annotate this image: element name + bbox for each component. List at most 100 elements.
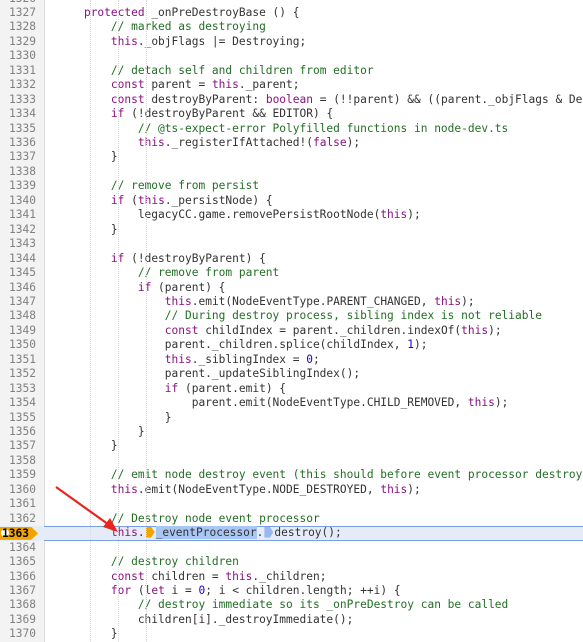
code-line[interactable]: 1370 } (0, 627, 583, 641)
line-number[interactable]: 1331 (0, 64, 36, 78)
code-line[interactable]: 1335 // @ts-expect-error Polyfilled func… (0, 122, 583, 136)
line-number[interactable]: 1332 (0, 78, 36, 92)
code-line[interactable]: 1347 this.emit(NodeEventType.PARENT_CHAN… (0, 295, 583, 309)
code-line[interactable]: 1329 this._objFlags |= Destroying; (0, 35, 583, 49)
code-text[interactable]: parent._children.splice(childIndex, 1); (57, 338, 428, 352)
code-text[interactable]: } (57, 627, 118, 641)
code-line[interactable]: 1362 // Destroy node event processor (0, 512, 583, 526)
line-number[interactable]: 1337 (0, 150, 36, 164)
code-line[interactable]: 1337 } (0, 150, 583, 164)
code-line[interactable]: 1346 if (parent) { (0, 281, 583, 295)
code-text[interactable]: if (!destroyByParent && EDITOR) { (57, 107, 333, 121)
line-number[interactable]: 1357 (0, 439, 36, 453)
code-line[interactable]: 1350 parent._children.splice(childIndex,… (0, 338, 583, 352)
code-line[interactable]: 1343 (0, 237, 583, 251)
line-number[interactable]: 1353 (0, 382, 36, 396)
code-line[interactable]: 1348 // During destroy process, sibling … (0, 309, 583, 323)
code-text[interactable]: this.emit(NodeEventType.PARENT_CHANGED, … (57, 295, 475, 309)
line-number[interactable]: 1360 (0, 483, 36, 497)
line-number[interactable]: 1351 (0, 353, 36, 367)
code-text[interactable]: // Destroy node event processor (57, 512, 320, 526)
code-line[interactable]: 1355 } (0, 411, 583, 425)
line-number[interactable]: 1336 (0, 136, 36, 150)
code-line[interactable]: 1336 this._registerIfAttached!(false); (0, 136, 583, 150)
code-line[interactable]: 1345 // remove from parent (0, 266, 583, 280)
code-line[interactable]: 1358 (0, 454, 583, 468)
code-text[interactable]: if (!destroyByParent) { (57, 252, 266, 266)
code-text[interactable]: this._objFlags |= Destroying; (57, 35, 306, 49)
code-text[interactable]: } (57, 439, 118, 453)
line-number[interactable]: 1349 (0, 324, 36, 338)
code-text[interactable]: // destroy immediate so its _onPreDestro… (57, 598, 508, 612)
code-line[interactable]: 1359 // emit node destroy event (this sh… (0, 468, 583, 482)
code-text[interactable]: this. _eventProcessor. destroy(); (57, 526, 342, 540)
line-number[interactable]: 1352 (0, 367, 36, 381)
line-number[interactable]: 1328 (0, 20, 36, 34)
code-editor[interactable]: 13261327 protected _onPreDestroyBase () … (0, 0, 583, 642)
code-line[interactable]: 1331 // detach self and children from ed… (0, 64, 583, 78)
code-line[interactable]: 1366 const children = this._children; (0, 570, 583, 584)
code-line[interactable]: 1344 if (!destroyByParent) { (0, 252, 583, 266)
code-line[interactable]: 1354 parent.emit(NodeEventType.CHILD_REM… (0, 396, 583, 410)
line-number[interactable]: 1335 (0, 122, 36, 136)
code-line[interactable]: 1368 // destroy immediate so its _onPreD… (0, 598, 583, 612)
code-text[interactable]: const destroyByParent: boolean = (!!pare… (57, 93, 583, 107)
code-text[interactable]: if (parent.emit) { (57, 382, 286, 396)
line-number[interactable]: 1356 (0, 425, 36, 439)
line-number[interactable]: 1339 (0, 179, 36, 193)
line-number[interactable]: 1340 (0, 194, 36, 208)
code-line[interactable]: 1365 // destroy children (0, 555, 583, 569)
line-number[interactable]: 1347 (0, 295, 36, 309)
line-number[interactable]: 1333 (0, 93, 36, 107)
code-line[interactable]: 1327 protected _onPreDestroyBase () { (0, 6, 583, 20)
code-line[interactable]: 1338 (0, 165, 583, 179)
code-text[interactable]: for (let i = 0; i < children.length; ++i… (57, 584, 401, 598)
code-line[interactable]: 1342 } (0, 223, 583, 237)
line-number[interactable]: 1342 (0, 223, 36, 237)
line-number[interactable]: 1350 (0, 338, 36, 352)
line-number[interactable]: 1370 (0, 627, 36, 641)
code-line[interactable]: 1349 const childIndex = parent._children… (0, 324, 583, 338)
code-line[interactable]: 1353 if (parent.emit) { (0, 382, 583, 396)
code-line[interactable]: 1356 } (0, 425, 583, 439)
line-number[interactable]: 1338 (0, 165, 36, 179)
line-number[interactable]: 1346 (0, 281, 36, 295)
line-number[interactable]: 1367 (0, 584, 36, 598)
code-text[interactable]: // emit node destroy event (this should … (57, 468, 583, 482)
code-line[interactable]: 1352 parent._updateSiblingIndex(); (0, 367, 583, 381)
code-line[interactable]: 1357 } (0, 439, 583, 453)
line-number[interactable]: 1362 (0, 512, 36, 526)
code-line[interactable]: 1340 if (this._persistNode) { (0, 194, 583, 208)
code-text[interactable]: // marked as destroying (57, 20, 266, 34)
code-text[interactable]: legacyCC.game.removePersistRootNode(this… (57, 208, 421, 222)
code-text[interactable]: parent.emit(NodeEventType.CHILD_REMOVED,… (57, 396, 509, 410)
code-text[interactable]: parent._updateSiblingIndex(); (57, 367, 360, 381)
line-number[interactable]: 1365 (0, 555, 36, 569)
line-number[interactable]: 1348 (0, 309, 36, 323)
code-text[interactable]: // detach self and children from editor (57, 64, 374, 78)
code-text[interactable]: const childIndex = parent._children.inde… (57, 324, 502, 338)
line-number[interactable]: 1359 (0, 468, 36, 482)
line-number[interactable]: 1368 (0, 598, 36, 612)
line-number[interactable]: 1361 (0, 497, 36, 511)
line-number[interactable]: 1354 (0, 396, 36, 410)
code-text[interactable]: // remove from persist (57, 179, 259, 193)
code-line[interactable]: 1369 children[i]._destroyImmediate(); (0, 613, 583, 627)
code-text[interactable]: if (parent) { (57, 281, 226, 295)
line-number[interactable]: 1364 (0, 541, 36, 555)
code-text[interactable]: const children = this._children; (57, 570, 327, 584)
line-number[interactable]: 1366 (0, 570, 36, 584)
code-text[interactable]: } (57, 150, 118, 164)
breakpoint-marker[interactable]: 1363 (0, 526, 38, 540)
code-line[interactable]: 1341 legacyCC.game.removePersistRootNode… (0, 208, 583, 222)
code-text[interactable]: // @ts-expect-error Polyfilled functions… (57, 122, 508, 136)
line-number[interactable]: 1327 (0, 6, 36, 20)
line-number[interactable]: 1355 (0, 411, 36, 425)
code-text[interactable]: } (57, 411, 172, 425)
line-number[interactable]: 1341 (0, 208, 36, 222)
line-number[interactable]: 1369 (0, 613, 36, 627)
code-line[interactable]: 1328 // marked as destroying (0, 20, 583, 34)
code-text[interactable]: protected _onPreDestroyBase () { (57, 6, 300, 20)
current-execution-line[interactable]: 1363 this. _eventProcessor. destroy(); (0, 526, 583, 541)
line-number[interactable]: 1345 (0, 266, 36, 280)
